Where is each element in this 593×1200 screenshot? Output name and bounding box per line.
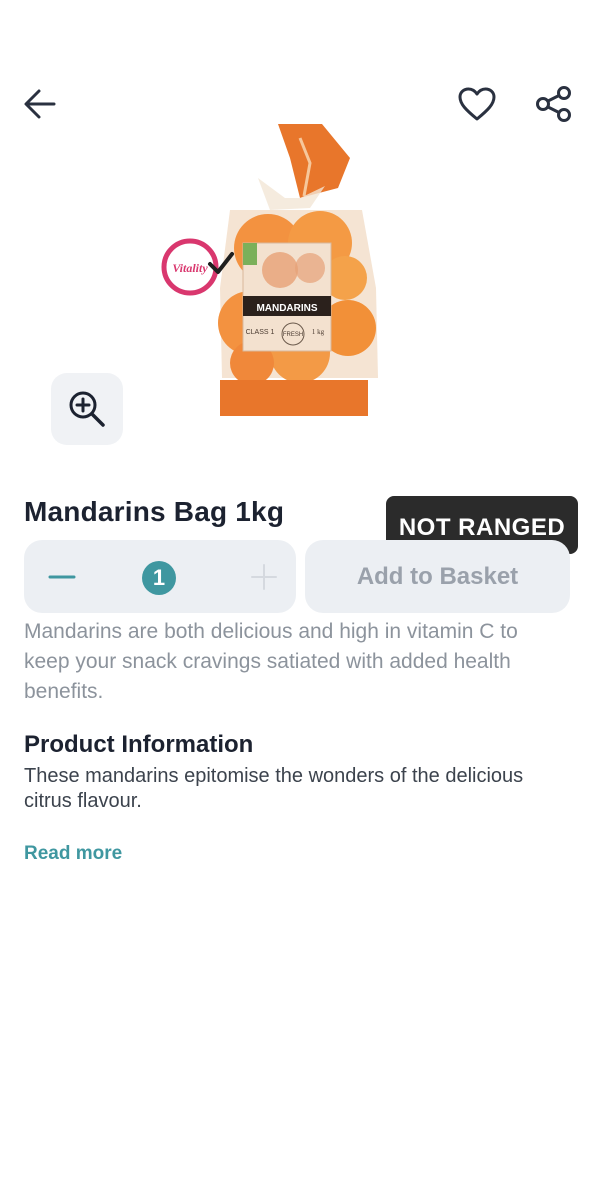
- arrow-left-icon: [24, 89, 56, 119]
- add-to-basket-button[interactable]: Add to Basket: [305, 540, 570, 613]
- share-button[interactable]: [532, 82, 576, 126]
- share-icon: [536, 86, 571, 122]
- product-information-text: These mandarins epitomise the wonders of…: [24, 765, 524, 812]
- increase-quantity-button[interactable]: [242, 556, 286, 598]
- zoom-button[interactable]: [51, 373, 123, 445]
- quantity-value: 1: [142, 561, 176, 595]
- decrease-quantity-button[interactable]: [40, 556, 84, 598]
- bag-fresh-text: FRESH: [283, 332, 303, 338]
- product-title: Mandarins Bag 1kg: [24, 496, 285, 527]
- read-more-link[interactable]: Read more: [24, 843, 122, 865]
- back-button[interactable]: [18, 82, 62, 126]
- minus-icon: [48, 575, 76, 579]
- product-description: Mandarins are both delicious and high in…: [24, 620, 518, 703]
- bag-weight-text: 1 kg: [312, 328, 325, 336]
- zoom-in-icon: [69, 391, 105, 427]
- product-image: MANDARINS CLASS 1 FRESH 1 kg Vitality: [150, 118, 390, 423]
- bag-class-text: CLASS 1: [246, 329, 275, 336]
- bag-label-text: MANDARINS: [256, 303, 317, 314]
- plus-icon: [251, 564, 277, 590]
- heart-icon: [458, 87, 496, 121]
- favorite-button[interactable]: [455, 82, 499, 126]
- quantity-stepper: 1: [24, 540, 296, 613]
- vitality-logo-text: Vitality: [172, 261, 208, 275]
- product-information-heading: Product Information: [24, 731, 254, 758]
